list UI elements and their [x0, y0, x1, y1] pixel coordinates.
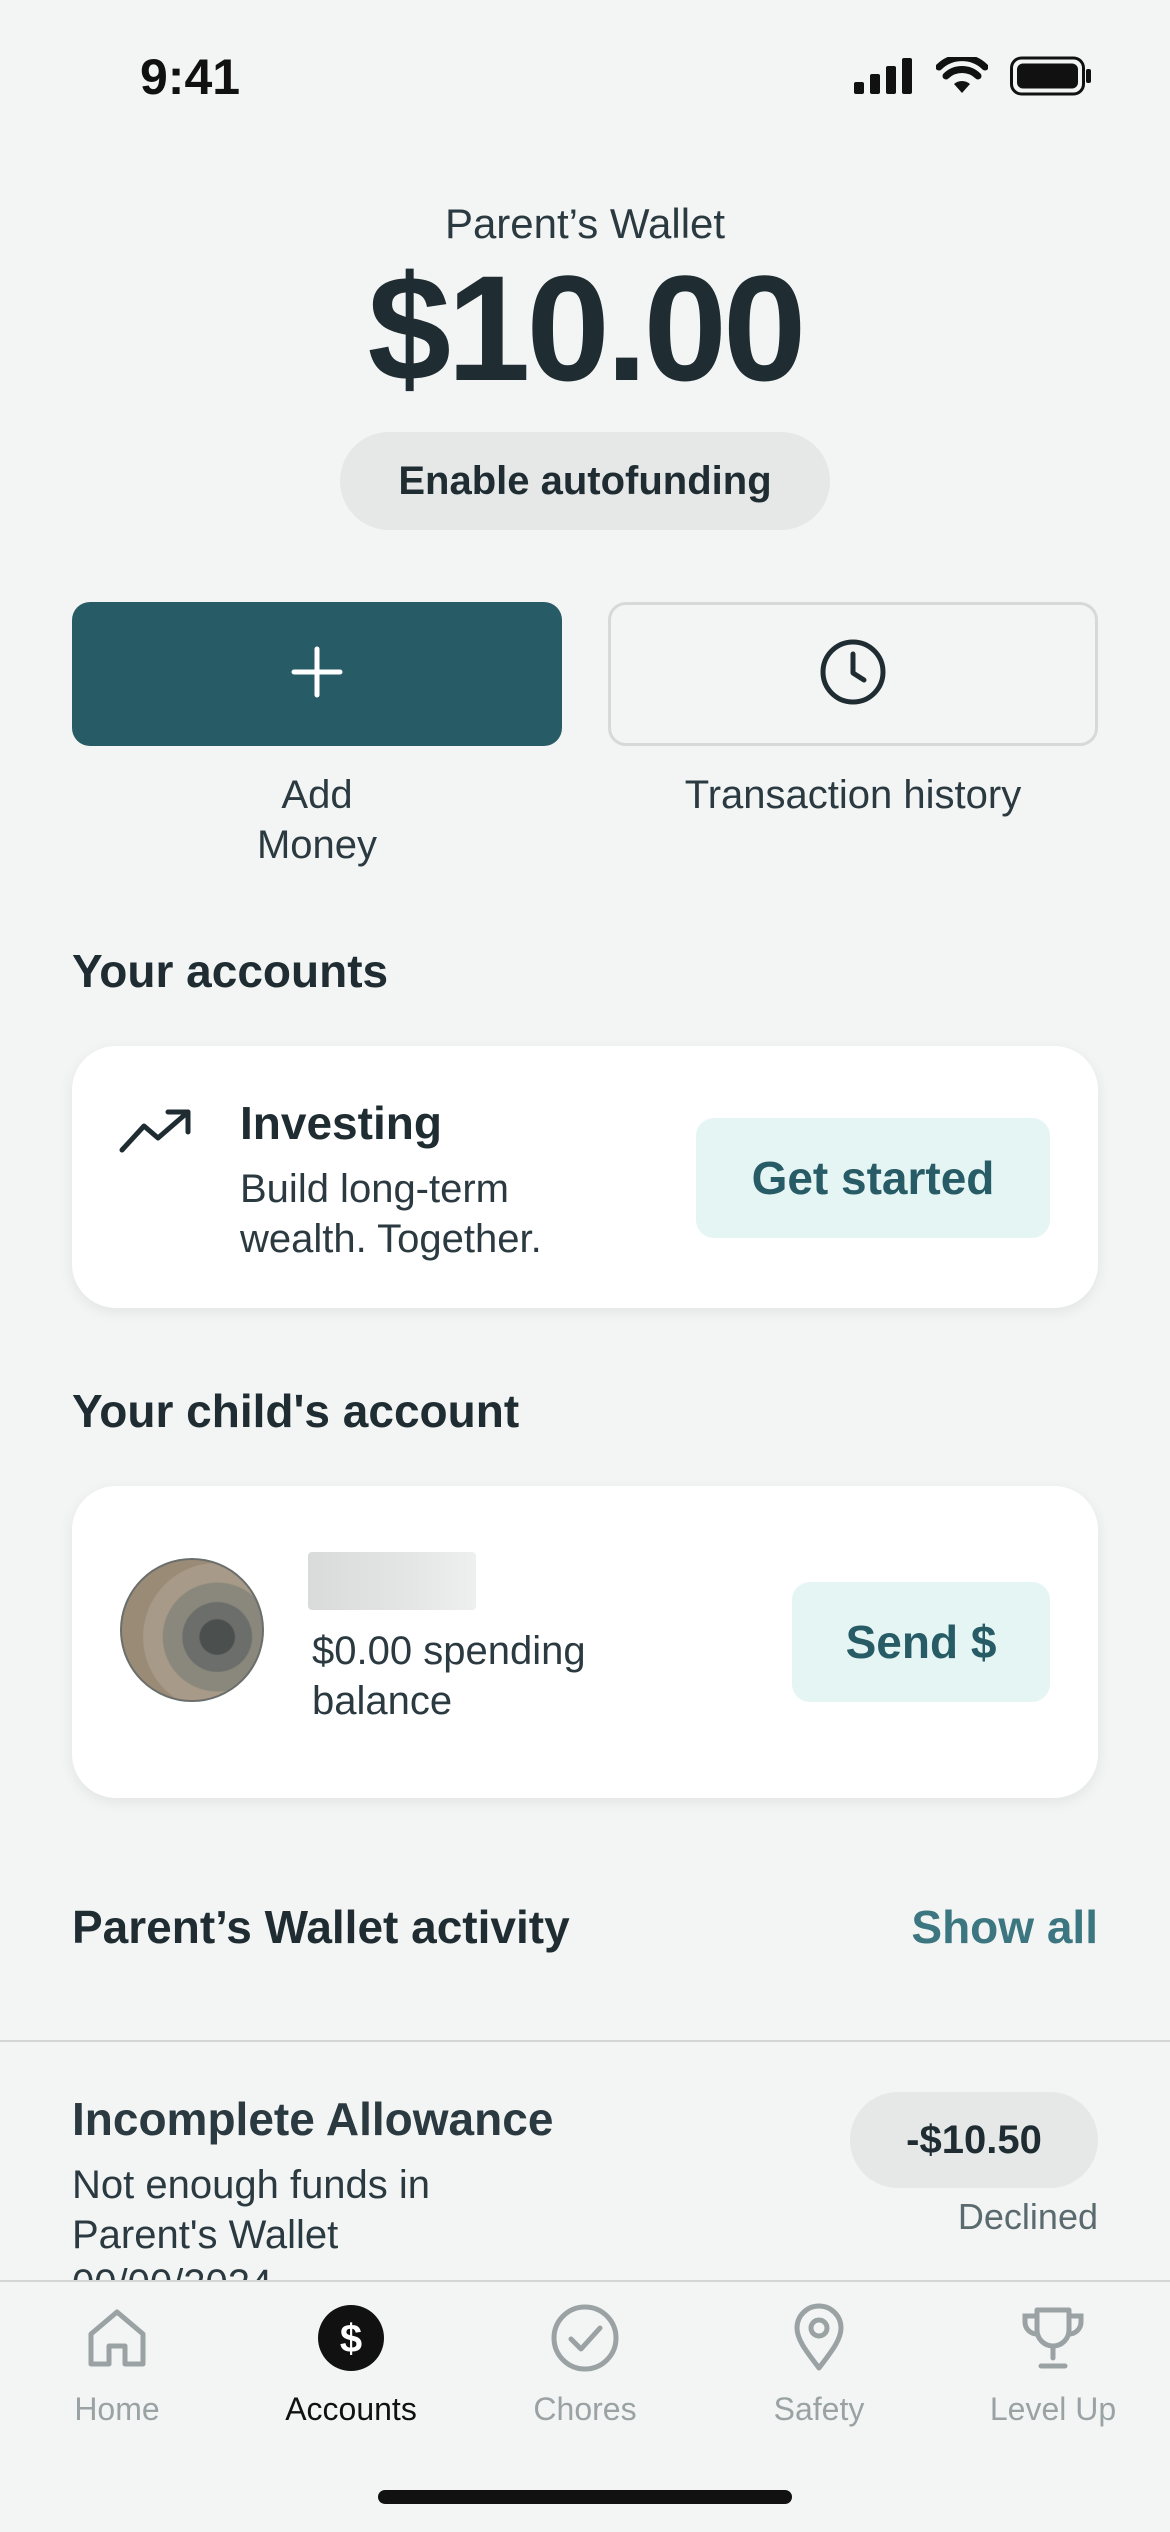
- add-money-label-line1: Add: [281, 773, 353, 817]
- tab-accounts[interactable]: $ Accounts: [234, 2302, 468, 2428]
- tab-safety[interactable]: Safety: [702, 2302, 936, 2428]
- investing-title: Investing: [240, 1097, 442, 1149]
- tab-home[interactable]: Home: [0, 2302, 234, 2428]
- battery-icon: [1010, 56, 1092, 101]
- transaction-status: Declined: [957, 2196, 1098, 2237]
- wifi-icon: [935, 54, 989, 100]
- wallet-balance: $10.00: [367, 244, 807, 412]
- wallet-label: Parent’s Wallet: [444, 200, 726, 247]
- child-account-card[interactable]: $0.00 spending balance Send $: [72, 1486, 1098, 1798]
- enable-autofunding-button[interactable]: Enable autofunding: [340, 432, 830, 530]
- plus-icon: [290, 645, 344, 704]
- investing-description: Build long-term wealth. Together.: [240, 1167, 542, 1261]
- accounts-screen: 9:41 Parent’s Wallet $10.00 Enable autof…: [0, 0, 1170, 2532]
- transaction-title: Incomplete Allowance: [72, 2093, 554, 2145]
- transaction-amount: -$10.50: [850, 2092, 1098, 2188]
- tab-label: Safety: [773, 2391, 865, 2427]
- your-accounts-heading: Your accounts: [72, 945, 389, 997]
- add-money-label-line2: Money: [256, 823, 378, 867]
- activity-title: Parent’s Wallet activity: [72, 1901, 570, 1953]
- get-started-button[interactable]: Get started: [696, 1118, 1050, 1238]
- tab-label: Level Up: [989, 2391, 1117, 2427]
- add-money-label: Add Money: [72, 770, 562, 870]
- trending-up-icon: [118, 1106, 194, 1161]
- show-all-link[interactable]: Show all: [911, 1900, 1098, 1954]
- child-avatar: [120, 1558, 264, 1702]
- dollar-icon: $: [315, 2302, 387, 2379]
- clock-icon: [818, 637, 888, 712]
- status-icons: [854, 54, 1092, 101]
- add-money-button[interactable]: [72, 602, 562, 746]
- transaction-history-button[interactable]: [608, 602, 1098, 746]
- tab-label: Home: [74, 2391, 160, 2427]
- check-circle-icon: [549, 2302, 621, 2379]
- tab-label: Chores: [533, 2391, 637, 2427]
- home-indicator[interactable]: [378, 2490, 792, 2504]
- svg-text:$: $: [340, 2317, 362, 2361]
- location-pin-icon: [783, 2302, 855, 2379]
- trophy-icon: [1017, 2302, 1089, 2379]
- divider: [0, 2040, 1170, 2042]
- investing-card[interactable]: Investing Build long-term wealth. Togeth…: [72, 1046, 1098, 1308]
- transaction-description: Not enough funds in Parent's Wallet: [72, 2163, 431, 2257]
- child-spending-balance: $0.00 spending balance: [312, 1629, 586, 1723]
- signal-icon: [854, 58, 914, 99]
- home-icon: [81, 2302, 153, 2379]
- tab-label: Accounts: [285, 2391, 417, 2427]
- child-name-redacted: [308, 1552, 476, 1610]
- activity-header: Parent’s Wallet activity Show all: [72, 1900, 1098, 1954]
- status-time: 9:41: [140, 49, 241, 105]
- transaction-history-label: Transaction history: [684, 773, 1022, 817]
- send-money-button[interactable]: Send $: [792, 1582, 1050, 1702]
- child-account-heading: Your child's account: [72, 1385, 520, 1437]
- tab-level-up[interactable]: Level Up: [936, 2302, 1170, 2428]
- tab-chores[interactable]: Chores: [468, 2302, 702, 2428]
